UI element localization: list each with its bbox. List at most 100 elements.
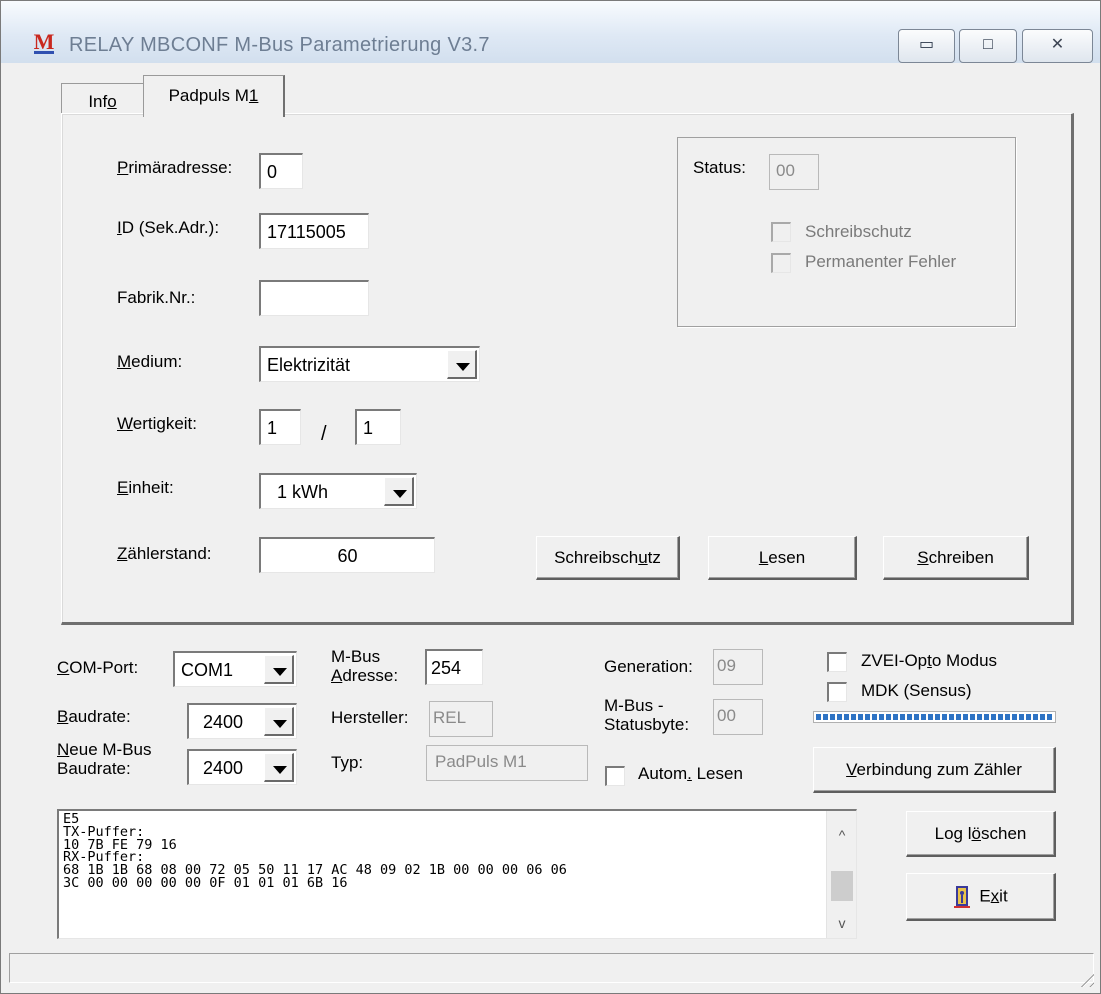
einheit-label-text: inheit: [128,478,174,497]
mdk-sensus-label: MDK (Sensus) [861,681,972,700]
schreibschutz-button[interactable]: Schreibschutz [536,536,680,580]
primary-address-input[interactable]: 0 [259,153,303,189]
medium-select[interactable]: Elektrizität [259,346,480,382]
medium-mnemonic: M [117,352,132,371]
neue-baudrate-select[interactable]: 2400 [187,749,297,785]
primary-address-label: Primäradresse: [117,158,232,178]
typ-field: PadPuls M1 [426,745,588,781]
statusbyte-label: M-Bus - Statusbyte: [604,696,689,734]
hersteller-label: Hersteller: [331,708,409,727]
medium-label-text: edium: [131,352,183,371]
einheit-label: Einheit: [117,478,174,498]
baudrate-select[interactable]: 2400 [187,703,297,739]
scroll-down-icon[interactable]: v [827,909,856,937]
mbus-adresse-label-line2: dresse: [342,666,399,685]
mdk-sensus-checkbox[interactable] [827,682,847,702]
exit-mnemonic: x [990,886,1000,906]
minimize-button[interactable]: ▭ [898,29,955,63]
tab-info[interactable]: Info [61,83,143,117]
primary-address-label-text: rimäradresse: [128,158,233,177]
scroll-thumb[interactable] [831,871,853,901]
zaehlerstand-label: Zählerstand: [117,544,212,564]
fabrik-nr-input[interactable] [259,280,369,316]
minimize-icon: ▭ [918,36,935,53]
tab-padpuls-m1[interactable]: Padpuls M1 [143,75,285,117]
wertigkeit-label-text: ertigkeit: [132,414,197,433]
schreibschutz-button-mnemonic: u [638,548,648,567]
wertigkeit-label: Wertigkeit: [117,414,197,434]
schreiben-button[interactable]: Schreiben [883,536,1029,580]
com-port-mnemonic: C [57,658,70,677]
scroll-up-icon[interactable]: ^ [827,821,856,849]
com-port-select[interactable]: COM1 [173,651,297,687]
hersteller-field: REL [429,701,493,737]
wertigkeit-denominator-input[interactable]: 1 [355,409,401,445]
wertigkeit-numerator-value: 1 [267,418,278,438]
log-loeschen-label-end: schen [980,824,1027,843]
permanenter-fehler-checkbox[interactable] [771,253,791,273]
primary-address-mnemonic: P [117,158,129,177]
mbus-adresse-input[interactable]: 254 [425,649,483,685]
statusbyte-label-line2: Statusbyte: [604,715,690,734]
baudrate-selected-value: 2400 [203,712,244,732]
status-value-field: 00 [769,154,819,190]
mbus-adresse-label: M-Bus Adresse: [331,647,398,685]
statusbyte-field: 00 [713,699,763,735]
autom-lesen-checkbox[interactable] [605,766,625,786]
generation-field: 09 [713,649,763,685]
schreibschutz-button-label: Schreibsch [554,548,639,567]
zaehlerstand-mnemonic: Z [117,544,128,563]
mbus-adresse-mnemonic: A [331,666,343,685]
medium-dropdown-arrow-icon[interactable] [447,350,477,379]
neue-baudrate-label-line1: eue M-Bus [69,740,152,759]
generation-value: 09 [717,656,736,675]
neue-baudrate-dropdown-arrow-icon[interactable] [264,753,294,782]
com-port-label: COM-Port: [57,658,138,678]
fabrik-nr-label: Fabrik.Nr.: [117,288,196,307]
log-loeschen-button[interactable]: Log löschen [906,811,1056,857]
einheit-dropdown-arrow-icon[interactable] [384,477,414,506]
tab-padpuls-label: Padpuls M [168,86,249,105]
hersteller-value: REL [433,708,467,727]
einheit-mnemonic: E [117,478,129,497]
log-textarea[interactable]: E5 TX-Puffer: 10 7B FE 79 16 RX-Puffer: … [57,809,857,939]
zaehlerstand-label-text: ählerstand: [127,544,212,563]
relay-app-icon: M [32,31,56,56]
lesen-button[interactable]: Lesen [708,536,857,580]
schreiben-button-mnemonic: S [917,548,929,567]
log-scrollbar[interactable]: ^ v [826,811,856,938]
zaehlerstand-value: 60 [337,546,358,566]
status-label: Status: [693,158,746,177]
schreiben-button-label: chreiben [928,548,994,567]
verbindung-button-label: erbindung zum Zähler [856,760,1022,779]
exit-label: E [979,886,991,906]
main-window: M RELAY MBCONF M-Bus Parametrierung V3.7… [0,0,1101,994]
baudrate-dropdown-arrow-icon[interactable] [264,707,294,736]
zvei-opto-checkbox[interactable] [827,652,847,672]
maximize-icon: □ [983,36,993,53]
id-input[interactable]: 17115005 [259,213,369,249]
autom-lesen-label: Autom. Lesen [638,764,743,784]
schreibschutz-checkbox[interactable] [771,222,791,242]
permanenter-fehler-checkbox-label: Permanenter Fehler [805,252,957,271]
mbus-adresse-value: 254 [431,658,462,678]
wertigkeit-numerator-input[interactable]: 1 [259,409,301,445]
id-value: 17115005 [267,222,346,242]
zaehlerstand-input[interactable]: 60 [259,537,435,573]
exit-label-end: it [999,886,1008,906]
connection-progress-fill [816,714,1053,720]
window-title: RELAY MBCONF M-Bus Parametrierung V3.7 [69,34,490,56]
einheit-select[interactable]: 1 kWh [259,473,417,509]
verbindung-button[interactable]: Verbindung zum Zähler [813,747,1056,793]
maximize-button[interactable]: □ [959,29,1017,63]
com-port-dropdown-arrow-icon[interactable] [264,655,294,684]
title-bar[interactable]: M RELAY MBCONF M-Bus Parametrierung V3.7… [1,1,1100,63]
statusbyte-label-line1: M-Bus - [604,696,664,715]
close-icon: ✕ [1050,36,1065,53]
exit-button[interactable]: Exit [906,873,1056,921]
connection-progress-bar [813,711,1056,723]
close-button[interactable]: ✕ [1022,29,1093,63]
wertigkeit-separator: / [321,423,327,445]
wertigkeit-denominator-value: 1 [363,418,374,438]
baudrate-label: Baudrate: [57,707,131,727]
